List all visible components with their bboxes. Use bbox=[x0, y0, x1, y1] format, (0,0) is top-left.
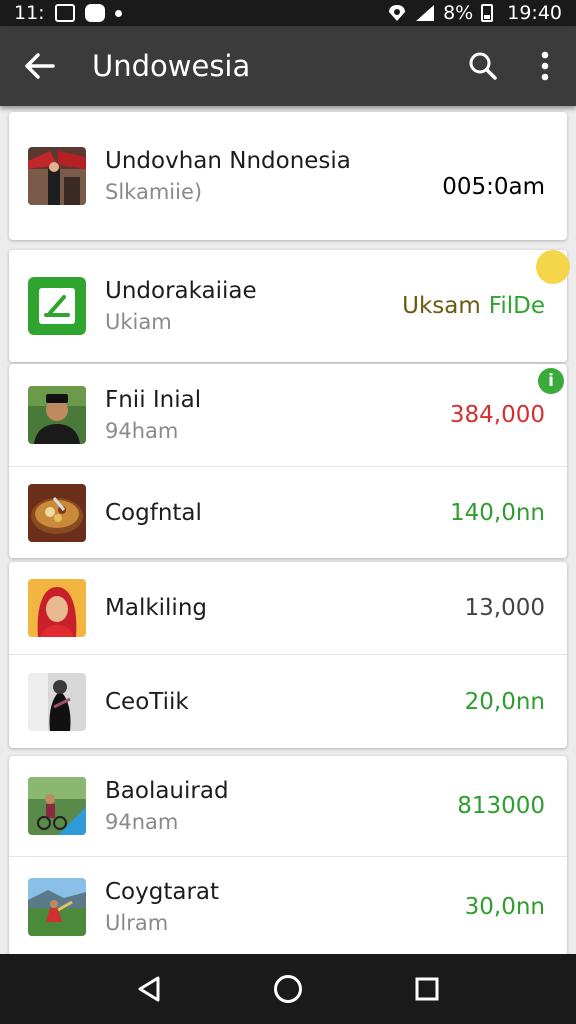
battery-percent: 8% bbox=[443, 2, 474, 24]
yellow-bubble-icon bbox=[536, 250, 570, 284]
list-item[interactable]: Cogfntal 140,0nn bbox=[9, 466, 567, 558]
item-title: Baolauirad bbox=[105, 778, 229, 804]
list-item[interactable]: Fnii Inial 94ham 384,000 bbox=[9, 364, 567, 466]
list-item[interactable]: Undorakaiiae Ukiam Uksam FilDe bbox=[9, 250, 567, 362]
nav-recents-button[interactable] bbox=[392, 954, 462, 1024]
square-recents-icon bbox=[415, 977, 439, 1001]
nav-home-button[interactable] bbox=[253, 954, 323, 1024]
overflow-menu-button[interactable] bbox=[514, 26, 576, 106]
more-notifications-dot-icon bbox=[114, 9, 122, 17]
list-item[interactable]: CeoTiik 20,0nn bbox=[9, 654, 567, 748]
item-amount: 005:0am bbox=[442, 174, 545, 200]
battery-icon bbox=[481, 4, 494, 22]
card-4: Malkiling 13,000 CeoTiik 20,0nn bbox=[9, 562, 567, 748]
item-amount: Uksam FilDe bbox=[402, 293, 545, 319]
item-title: Undovhan Nndonesia bbox=[105, 148, 351, 174]
item-amount-secondary: FilDe bbox=[488, 293, 545, 319]
food-dish-photo bbox=[28, 483, 86, 542]
transaction-list[interactable]: Undovhan Nndonesia Slkamiie) 005:0am Und… bbox=[0, 106, 576, 954]
item-title: Undorakaiiae bbox=[105, 278, 257, 304]
item-subtitle: 94ham bbox=[105, 419, 179, 443]
item-title: Coygtarat bbox=[105, 878, 220, 905]
app-bar: Undowesia bbox=[0, 26, 576, 106]
more-vert-icon bbox=[541, 51, 549, 81]
info-icon: i bbox=[548, 371, 554, 391]
circle-home-icon bbox=[273, 975, 302, 1003]
status-time-left: 11: bbox=[14, 2, 45, 24]
card-3: Fnii Inial 94ham 384,000 Cogfntal 140,0n… bbox=[9, 364, 567, 558]
item-subtitle: Slkamiie) bbox=[105, 180, 203, 204]
item-subtitle: Ulram bbox=[105, 910, 169, 935]
location-icon bbox=[387, 4, 407, 22]
search-button[interactable] bbox=[452, 26, 514, 106]
gallery-notification-icon bbox=[54, 4, 75, 22]
list-item[interactable]: Baolauirad 94nam 813000 bbox=[9, 756, 567, 856]
triangle-back-icon bbox=[138, 976, 160, 1002]
card-5: Baolauirad 94nam 813000 Coygtarat Ulram … bbox=[9, 756, 567, 954]
item-amount: 13,000 bbox=[464, 595, 545, 621]
item-title: Fnii Inial bbox=[105, 387, 202, 413]
card-2: Undorakaiiae Ukiam Uksam FilDe bbox=[9, 250, 567, 362]
item-amount: 384,000 bbox=[449, 402, 545, 428]
man-portrait-photo bbox=[28, 386, 86, 444]
item-amount: 20,0nn bbox=[464, 688, 545, 715]
item-subtitle: Ukiam bbox=[105, 310, 172, 334]
search-icon bbox=[469, 52, 497, 80]
navigation-bar bbox=[0, 954, 576, 1024]
list-item[interactable]: Undovhan Nndonesia Slkamiie) 005:0am bbox=[9, 112, 567, 240]
field-photo bbox=[28, 877, 86, 936]
back-button[interactable] bbox=[0, 26, 80, 106]
app-notification-icon bbox=[84, 4, 105, 22]
arrow-left-icon bbox=[25, 53, 55, 79]
item-amount: 30,0nn bbox=[464, 893, 545, 920]
status-bar: 11: 8% 19:40 bbox=[0, 0, 576, 26]
green-app-logo bbox=[28, 277, 86, 335]
page-title: Undowesia bbox=[92, 49, 251, 83]
list-item[interactable]: Malkiling 13,000 bbox=[9, 562, 567, 654]
nav-back-button[interactable] bbox=[114, 954, 184, 1024]
cyclist-photo bbox=[28, 777, 86, 835]
item-subtitle: 94nam bbox=[105, 810, 179, 834]
item-title: CeoTiik bbox=[105, 688, 189, 715]
woman-portrait-photo bbox=[28, 579, 86, 637]
item-amount: 813000 bbox=[457, 793, 545, 819]
item-title: Cogfntal bbox=[105, 499, 202, 526]
signal-icon bbox=[415, 4, 435, 22]
item-title: Malkiling bbox=[105, 595, 207, 621]
item-amount-primary: Uksam bbox=[402, 293, 481, 319]
green-info-badge: i bbox=[538, 368, 564, 394]
red-building-photo bbox=[28, 147, 86, 205]
status-clock: 19:40 bbox=[507, 2, 562, 24]
card-1: Undovhan Nndonesia Slkamiie) 005:0am bbox=[9, 112, 567, 240]
performer-photo bbox=[28, 672, 86, 731]
list-item[interactable]: Coygtarat Ulram 30,0nn bbox=[9, 856, 567, 954]
item-amount: 140,0nn bbox=[450, 499, 545, 526]
